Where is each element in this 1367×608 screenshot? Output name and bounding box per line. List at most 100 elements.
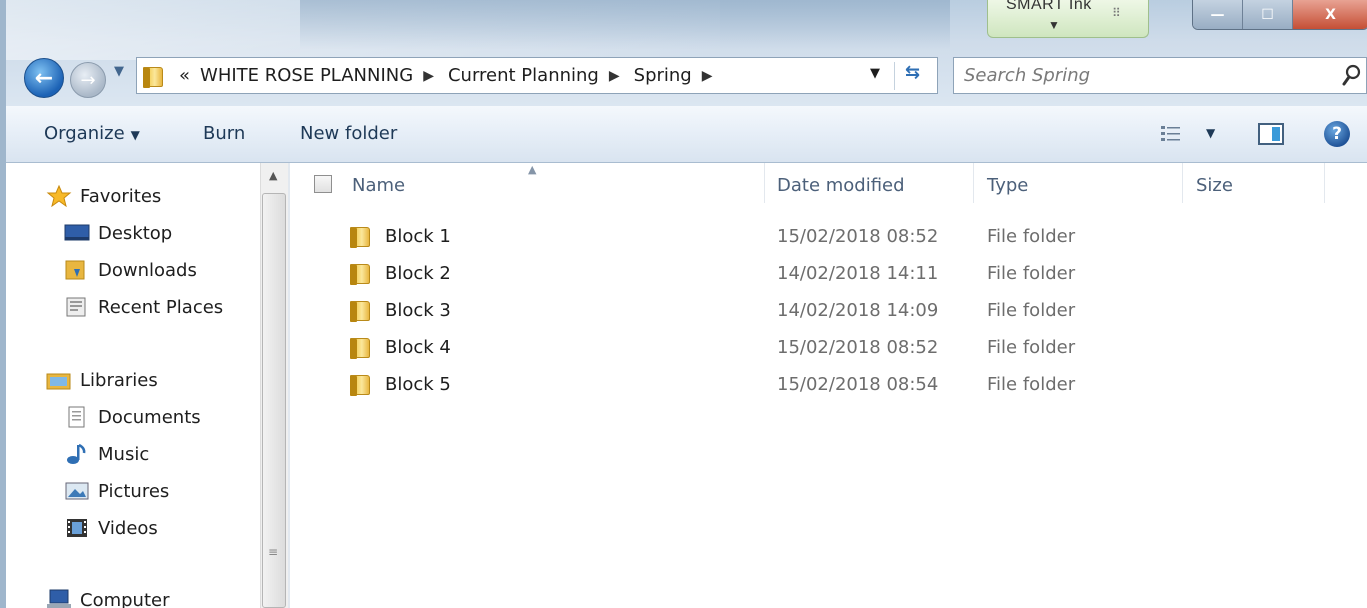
nav-item-documents[interactable]: Documents xyxy=(64,406,201,428)
nav-item-computer[interactable]: Computer xyxy=(46,589,169,608)
file-name: Block 3 xyxy=(385,300,451,321)
smart-ink-dropdown-icon[interactable]: ▼ xyxy=(1048,18,1060,32)
preview-pane-icon[interactable] xyxy=(1258,123,1284,145)
libraries-icon xyxy=(46,373,71,390)
table-row[interactable]: Block 1 15/02/2018 08:52 File folder xyxy=(290,218,1367,255)
search-input[interactable] xyxy=(954,65,1324,86)
column-separator[interactable] xyxy=(764,163,765,203)
folder-icon xyxy=(143,65,165,88)
scroll-up-icon[interactable]: ▲ xyxy=(269,169,277,182)
column-separator[interactable] xyxy=(1324,163,1325,203)
desktop-icon xyxy=(64,224,90,241)
table-row[interactable]: Block 3 14/02/2018 14:09 File folder xyxy=(290,292,1367,329)
select-all-checkbox[interactable] xyxy=(314,175,332,193)
file-name: Block 5 xyxy=(385,374,451,395)
nav-item-downloads[interactable]: Downloads xyxy=(64,259,197,281)
back-button[interactable]: ← xyxy=(24,58,64,98)
file-date-modified: 15/02/2018 08:52 xyxy=(777,337,939,358)
column-header-size[interactable]: Size xyxy=(1196,175,1233,196)
file-type: File folder xyxy=(987,300,1076,321)
nav-item-label: Favorites xyxy=(80,185,162,207)
table-row[interactable]: Block 5 15/02/2018 08:54 File folder xyxy=(290,366,1367,403)
breadcrumb-item-white-rose-planning[interactable]: WHITE ROSE PLANNING xyxy=(200,65,413,86)
change-view-icon[interactable] xyxy=(1160,124,1182,144)
help-icon[interactable]: ? xyxy=(1324,121,1350,147)
folder-icon xyxy=(350,299,374,323)
search-icon[interactable] xyxy=(1342,64,1362,86)
sort-ascending-icon: ▲ xyxy=(528,163,537,176)
nav-item-label: Desktop xyxy=(98,222,173,244)
computer-icon xyxy=(47,589,71,608)
folder-icon xyxy=(350,373,374,397)
column-header-type[interactable]: Type xyxy=(987,175,1028,196)
column-header: ▲ Name Date modified Type Size xyxy=(290,163,1367,207)
search-box[interactable] xyxy=(953,57,1367,94)
nav-item-recent-places[interactable]: Recent Places xyxy=(64,296,223,318)
folder-icon xyxy=(350,336,374,360)
organize-label: Organize xyxy=(44,123,125,144)
breadcrumb-item-spring[interactable]: Spring xyxy=(634,65,692,86)
file-type: File folder xyxy=(987,374,1076,395)
minimize-button[interactable]: — xyxy=(1193,0,1243,29)
grip-icon[interactable]: ⠿ xyxy=(1112,6,1121,20)
nav-item-desktop[interactable]: Desktop xyxy=(64,222,172,244)
view-options-dropdown-icon[interactable]: ▼ xyxy=(1206,126,1215,140)
nav-item-label: Computer xyxy=(80,589,170,608)
column-header-date-modified[interactable]: Date modified xyxy=(777,175,905,196)
table-row[interactable]: Block 4 15/02/2018 08:52 File folder xyxy=(290,329,1367,366)
chevron-right-icon[interactable]: ▶ xyxy=(609,68,620,84)
file-name: Block 4 xyxy=(385,337,451,358)
chevron-right-icon[interactable]: ▶ xyxy=(702,68,713,84)
chevron-right-icon[interactable]: ▶ xyxy=(423,68,434,84)
smart-ink-toolbar[interactable]: SMART Ink ▼ ⠿ xyxy=(987,0,1149,38)
file-type: File folder xyxy=(987,337,1076,358)
command-bar: Organize ▼ Burn New folder ▼ ? xyxy=(6,106,1367,163)
nav-item-libraries[interactable]: Libraries xyxy=(46,369,158,391)
maximize-button[interactable]: ☐ xyxy=(1243,0,1293,29)
new-folder-button[interactable]: New folder xyxy=(300,123,397,144)
pictures-icon xyxy=(65,482,89,500)
nav-item-videos[interactable]: Videos xyxy=(64,517,158,539)
breadcrumb-item-current-planning[interactable]: Current Planning xyxy=(448,65,599,86)
address-separator xyxy=(894,62,895,90)
organize-button[interactable]: Organize ▼ xyxy=(44,123,140,144)
folder-icon xyxy=(350,225,374,249)
nav-item-favorites[interactable]: Favorites xyxy=(46,185,161,207)
file-name: Block 1 xyxy=(385,226,451,247)
burn-button[interactable]: Burn xyxy=(203,123,245,144)
address-bar[interactable]: « WHITE ROSE PLANNING ▶ Current Planning… xyxy=(136,57,938,94)
forward-button[interactable]: → xyxy=(70,62,106,98)
nav-item-label: Pictures xyxy=(98,480,170,502)
window-controls: — ☐ X xyxy=(1192,0,1367,30)
refresh-icon[interactable]: ⇆ xyxy=(905,62,920,83)
breadcrumb: « WHITE ROSE PLANNING ▶ Current Planning… xyxy=(179,65,727,86)
nav-item-label: Downloads xyxy=(98,259,197,281)
grip-icon: ≡ xyxy=(268,545,279,559)
downloads-icon xyxy=(65,260,85,280)
file-list: ▲ Name Date modified Type Size Block 1 1… xyxy=(290,163,1367,608)
file-date-modified: 14/02/2018 14:11 xyxy=(777,263,939,284)
navigation-pane-scrollbar[interactable]: ▲ ≡ xyxy=(260,163,288,608)
file-name: Block 2 xyxy=(385,263,451,284)
nav-item-label: Documents xyxy=(98,406,201,428)
glass-highlight xyxy=(300,0,950,50)
file-type: File folder xyxy=(987,226,1076,247)
column-separator[interactable] xyxy=(973,163,974,203)
chevron-down-icon: ▼ xyxy=(130,128,140,142)
nav-item-music[interactable]: Music xyxy=(64,443,149,465)
address-dropdown-icon[interactable]: ▼ xyxy=(870,66,880,81)
breadcrumb-overflow[interactable]: « xyxy=(179,65,190,86)
navigation-pane: Favorites Desktop Downloads Recent Place… xyxy=(6,163,260,608)
column-header-name[interactable]: Name xyxy=(352,175,405,196)
nav-item-label: Videos xyxy=(98,517,158,539)
music-icon xyxy=(67,443,86,464)
file-type: File folder xyxy=(987,263,1076,284)
table-row[interactable]: Block 2 14/02/2018 14:11 File folder xyxy=(290,255,1367,292)
file-date-modified: 14/02/2018 14:09 xyxy=(777,300,939,321)
close-button[interactable]: X xyxy=(1293,0,1367,29)
nav-item-pictures[interactable]: Pictures xyxy=(64,480,169,502)
column-separator[interactable] xyxy=(1182,163,1183,203)
recent-pages-dropdown-icon[interactable]: ▼ xyxy=(114,64,124,79)
file-date-modified: 15/02/2018 08:54 xyxy=(777,374,939,395)
documents-icon xyxy=(68,406,85,428)
